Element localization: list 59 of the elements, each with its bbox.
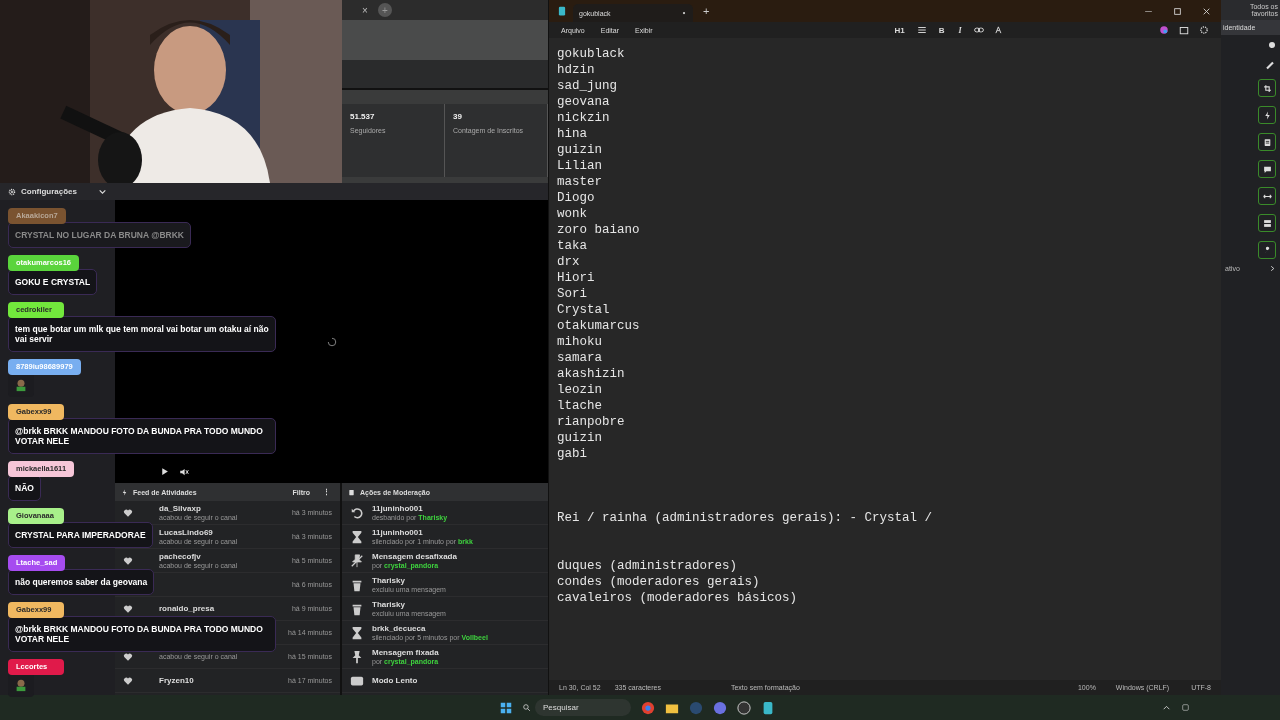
text-line: Crystal	[557, 302, 611, 318]
italic-button[interactable]: I	[956, 25, 964, 35]
follower-name[interactable]: Fryzen10	[159, 676, 194, 685]
text-line: rianpobre	[557, 414, 626, 430]
chat-message: @brkk BRKK MANDOU FOTO DA BUNDA PRA TODO MUNDO VOTAR NELE	[8, 418, 276, 454]
text-line: hdzin	[557, 62, 596, 78]
mod-action-title: Tharisky	[372, 600, 405, 609]
text-line: gokublack	[557, 46, 626, 62]
heading-button[interactable]: H1	[892, 25, 907, 35]
text-line: Sori	[557, 286, 588, 302]
chat-message: não queremos saber da geovana	[8, 569, 155, 595]
text-line: ltache	[557, 398, 603, 414]
text-line: master	[557, 174, 603, 190]
mod-action-title: Mensagem desafixada	[372, 552, 457, 561]
text-line: drx	[557, 254, 581, 270]
mod-action-title: 11juninho001	[372, 528, 423, 537]
bold-button[interactable]: B	[936, 25, 947, 35]
search-field[interactable]: Pesquisar	[535, 699, 631, 716]
chat-message: GOKU E CRYSTAL	[8, 269, 98, 295]
chat-message: NÃO	[8, 475, 41, 501]
text-line: otakumarcus	[557, 318, 641, 334]
text-line: leozin	[557, 382, 603, 398]
text-line: akashizin	[557, 366, 626, 382]
text-line: cavaleiros (moderadores básicos)	[557, 590, 799, 606]
text-line: zoro baiano	[557, 222, 641, 238]
tab-close-button[interactable]: ×	[360, 4, 370, 16]
mod-action-title: Tharisky	[372, 576, 405, 585]
text-line: Hiori	[557, 270, 596, 286]
follower-name[interactable]: ronaldo_presa	[159, 604, 215, 613]
chat-message: CRYSTAL PARA IMPERADORAE	[8, 522, 153, 548]
mod-action-title: Modo Lento	[372, 676, 418, 685]
text-line: duques (administradores)	[557, 558, 739, 574]
text-line: Rei / rainha (administradores gerais): - Crystal /	[557, 510, 934, 526]
mod-action-title: Mensagem fixada	[372, 648, 439, 657]
stat-value: 39	[453, 112, 463, 121]
text-line: gabi	[557, 446, 588, 462]
text-line: samara	[557, 350, 603, 366]
text-line: sad_jung	[557, 78, 618, 94]
text-line: nickzin	[557, 110, 611, 126]
mod-action-title: brkk_decueca	[372, 624, 426, 633]
text-line: guizin	[557, 142, 603, 158]
follower-name[interactable]: pachecofjv	[159, 552, 201, 561]
text-line: taka	[557, 238, 588, 254]
text-line: condes (moderadores gerais)	[557, 574, 761, 590]
follower-name[interactable]: LucasLindo69	[159, 528, 213, 537]
chat-message: tem que botar um mlk que tem moral vai botar um otaku aí não vai servir	[8, 316, 276, 352]
text-line: wonk	[557, 206, 588, 222]
mod-action-title: 11juninho001	[372, 504, 423, 513]
text-line: Lilian	[557, 158, 603, 174]
text-line: geovana	[557, 94, 611, 110]
chat-message: CRYSTAL NO LUGAR DA BRUNA @BRKK	[8, 222, 191, 248]
stat-value: 51.537	[350, 112, 376, 121]
text-line: Diogo	[557, 190, 596, 206]
new-tab-button[interactable]: +	[699, 5, 714, 17]
text-line: hina	[557, 126, 588, 142]
follower-name[interactable]: da_Silvaxp	[159, 504, 201, 513]
chat-message: @brkk BRKK MANDOU FOTO DA BUNDA PRA TODO MUNDO VOTAR NELE	[8, 616, 276, 652]
text-line: mihoku	[557, 334, 603, 350]
text-line: guizin	[557, 430, 603, 446]
